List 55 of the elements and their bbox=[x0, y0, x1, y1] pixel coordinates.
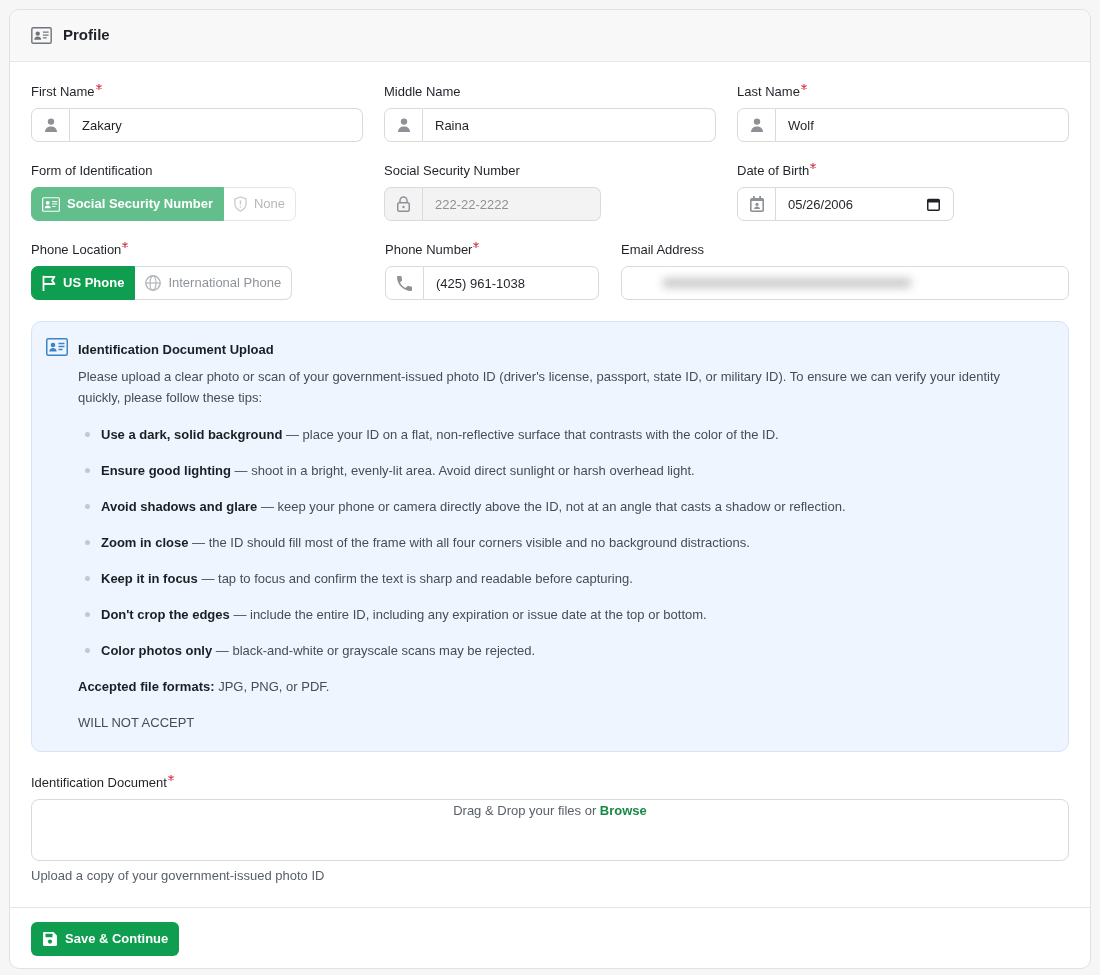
bullet-icon bbox=[85, 468, 90, 473]
name-input[interactable]: Raina bbox=[423, 108, 716, 142]
lock-icon bbox=[397, 196, 410, 212]
bullet-icon bbox=[85, 504, 90, 509]
date-input[interactable]: 05/26/2006 bbox=[776, 187, 923, 221]
globe-icon bbox=[145, 275, 162, 291]
field-label: First Name bbox=[31, 84, 95, 100]
calendar-icon bbox=[927, 197, 940, 211]
bullet-icon bbox=[85, 648, 90, 653]
card-title: Profile bbox=[63, 25, 110, 46]
field-label: Social Security Number bbox=[384, 163, 520, 179]
notice-title: Identification Document Upload bbox=[78, 342, 275, 358]
field-label: Form of Identification bbox=[31, 163, 153, 179]
formats-text: Accepted file formats: JPG, PNG, or PDF. bbox=[78, 678, 331, 696]
email-input[interactable] bbox=[621, 266, 1069, 300]
person-icon bbox=[396, 118, 411, 132]
field-label: Identification Document bbox=[31, 775, 167, 791]
id-card-icon bbox=[31, 27, 52, 44]
tip-text: Use a dark, solid background — place your ID on a flat, non-reflective surface that contrasts with the color of the ID. bbox=[101, 426, 779, 444]
tip-text: Avoid shadows and glare — keep your phone or camera directly above the ID, not at an angle that casts a shadow or reflection. bbox=[101, 498, 846, 516]
file-dropzone[interactable]: Drag & Drop your files or Browse bbox=[31, 799, 1069, 861]
bullet-icon bbox=[85, 540, 90, 545]
tip-text: Ensure good lighting — shoot in a bright, evenly-lit area. Avoid direct sunlight or harsh overhead light. bbox=[101, 462, 695, 480]
tip-text: Keep it in focus — tap to focus and confirm the text is sharp and readable before capturing. bbox=[101, 570, 633, 588]
phone-input[interactable]: (425) 961-1038 bbox=[424, 266, 599, 300]
save-button[interactable]: Save & Continue bbox=[31, 922, 180, 956]
warning-text: WILL NOT ACCEPT bbox=[78, 714, 196, 732]
field-label: Date of Birth bbox=[737, 163, 810, 179]
field-label: Email Address bbox=[621, 242, 705, 258]
person-icon bbox=[749, 118, 764, 132]
shield-icon bbox=[233, 196, 247, 212]
dropzone-text: Drag & Drop your files or Browse bbox=[452, 803, 648, 819]
help-text: Upload a copy of your government-issued photo ID bbox=[31, 868, 326, 884]
person-icon bbox=[43, 118, 58, 132]
bullet-icon bbox=[85, 432, 90, 437]
calendar-button[interactable] bbox=[923, 187, 954, 221]
phone-icon bbox=[397, 275, 412, 291]
id-card-icon bbox=[42, 196, 60, 212]
browse-link[interactable]: Browse bbox=[599, 803, 647, 818]
tip-text: Zoom in close — the ID should fill most of the frame with all four corners visible and no background distractions. bbox=[101, 534, 750, 552]
id-card-icon bbox=[46, 338, 68, 356]
field-label: Middle Name bbox=[384, 84, 461, 100]
name-input[interactable]: Zakary bbox=[70, 108, 363, 142]
field-label: Phone Number bbox=[385, 242, 473, 258]
bullet-icon bbox=[85, 612, 90, 617]
tip-text: Color photos only — black-and-white or grayscale scans may be rejected. bbox=[101, 642, 536, 660]
field-label: Last Name bbox=[737, 84, 800, 100]
flag-icon bbox=[42, 275, 56, 291]
name-input[interactable]: Wolf bbox=[776, 108, 1069, 142]
field-label: Phone Location bbox=[31, 242, 122, 258]
toggle-button[interactable]: US Phone bbox=[31, 266, 136, 300]
calendar-person-icon bbox=[749, 196, 764, 212]
notice-text: Please upload a clear photo or scan of your government-issued photo ID (driver's license, passport, state ID, or military ID). To ensure we can verify your identity quickly, please follow these tips: bbox=[78, 368, 1002, 407]
bullet-icon bbox=[85, 576, 90, 581]
tip-text: Don't crop the edges — include the entire ID, including any expiration or issue date at the top or bottom. bbox=[101, 606, 707, 624]
